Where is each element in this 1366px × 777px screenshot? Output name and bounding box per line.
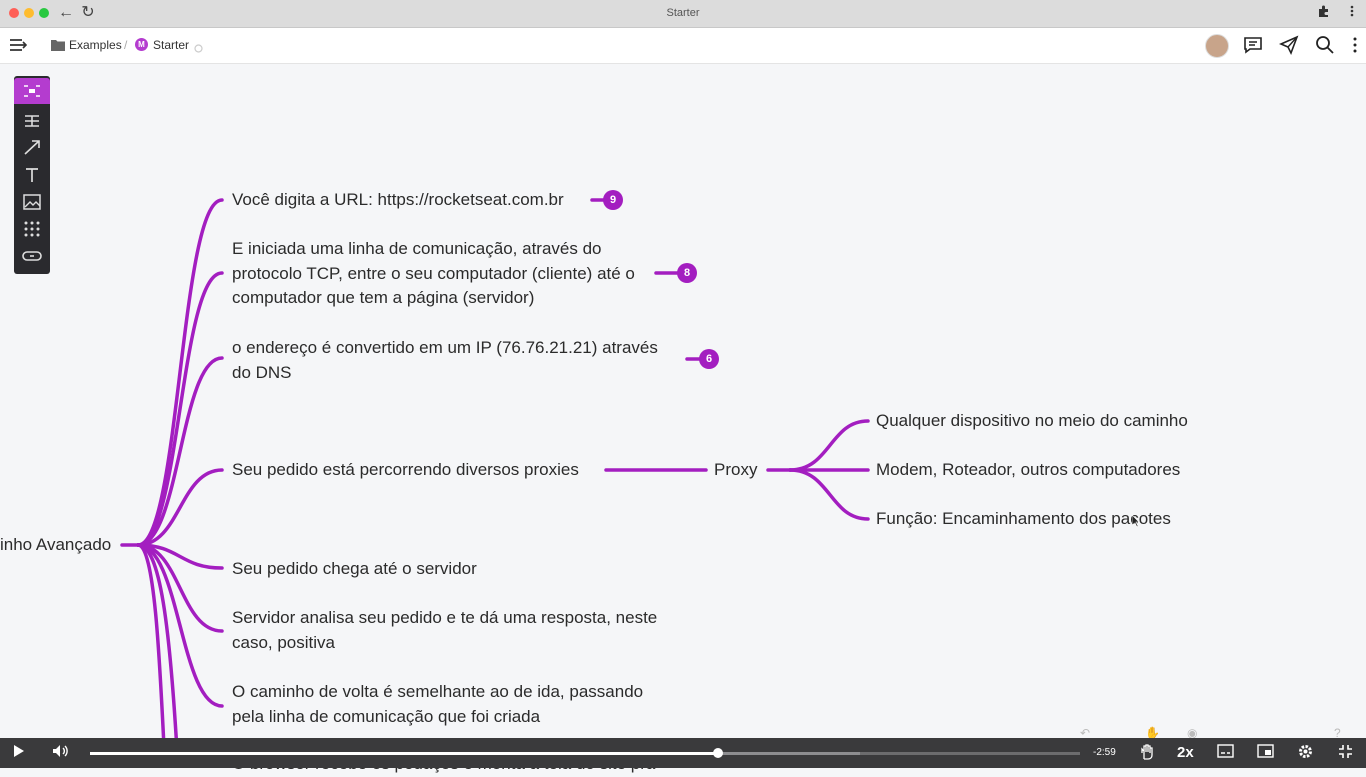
search-icon[interactable] (1314, 34, 1336, 56)
mindmap-icon[interactable] (14, 78, 50, 104)
proxy-child-2[interactable]: Modem, Roteador, outros computadores (876, 458, 1180, 483)
share-icon[interactable] (1278, 34, 1300, 56)
text-icon[interactable] (14, 162, 50, 188)
branch-node-4[interactable]: Seu pedido está percorrendo diversos pro… (232, 458, 579, 483)
proxy-node[interactable]: Proxy (714, 458, 757, 483)
picture-in-picture-icon[interactable] (1257, 744, 1274, 761)
app-header: Examples / M Starter (0, 28, 1366, 64)
branch-node-3[interactable]: o endereço é convertido em um IP (76.76.… (232, 336, 658, 385)
volume-icon[interactable] (52, 744, 68, 761)
time-remaining: -2:59 (1093, 747, 1116, 758)
branch-node-7[interactable]: O caminho de volta é semelhante ao de id… (232, 680, 643, 729)
map-type-badge: M (135, 38, 148, 51)
grid-icon[interactable] (14, 216, 50, 242)
proxy-child-3[interactable]: Função: Encaminhamento dos pacotes (876, 507, 1171, 532)
window-title: Starter (666, 7, 700, 19)
video-player-bar: -2:59 2x (0, 738, 1366, 768)
folder-icon (51, 38, 65, 56)
arrow-icon[interactable] (14, 135, 50, 161)
captions-icon[interactable] (1217, 744, 1234, 761)
menu-collapse-icon[interactable] (9, 37, 28, 58)
window-titlebar: ← ↻ Starter (0, 0, 1366, 28)
exit-fullscreen-icon[interactable] (1338, 744, 1353, 762)
extensions-icon[interactable] (1317, 4, 1331, 21)
breadcrumb-separator: / (124, 38, 128, 52)
structure-icon[interactable] (14, 108, 50, 134)
sync-status-icon (194, 40, 203, 58)
window-menu-icon[interactable] (1350, 4, 1354, 21)
progress-track[interactable] (90, 748, 1080, 758)
settings-gear-icon[interactable] (1298, 744, 1313, 762)
branch-badge-1[interactable]: 9 (603, 190, 623, 210)
pan-hand-icon[interactable] (1139, 744, 1155, 763)
branch-node-5[interactable]: Seu pedido chega até o servidor (232, 557, 477, 582)
image-icon[interactable] (14, 189, 50, 215)
branch-badge-3[interactable]: 6 (699, 349, 719, 369)
breadcrumb-page[interactable]: Starter (153, 38, 189, 52)
left-toolbar (14, 76, 50, 274)
mindmap-canvas[interactable]: inho Avançado Você digita a URL: https:/… (0, 64, 1366, 773)
avatar[interactable] (1205, 34, 1229, 58)
link-icon[interactable] (14, 243, 50, 269)
more-options-icon[interactable] (1344, 34, 1366, 56)
branch-node-2[interactable]: E iniciada uma linha de comunicação, atr… (232, 237, 635, 311)
branch-badge-2[interactable]: 8 (677, 263, 697, 283)
progress-fill (90, 752, 718, 755)
mouse-cursor-icon (1131, 514, 1140, 532)
progress-scrubber[interactable] (712, 748, 723, 758)
comments-icon[interactable] (1242, 34, 1264, 56)
branch-node-1[interactable]: Você digita a URL: https://rocketseat.co… (232, 188, 564, 213)
branch-node-6[interactable]: Servidor analisa seu pedido e te dá uma … (232, 606, 657, 655)
root-node[interactable]: inho Avançado (0, 533, 111, 558)
proxy-child-1[interactable]: Qualquer dispositivo no meio do caminho (876, 409, 1188, 434)
play-icon[interactable] (13, 744, 25, 761)
breadcrumb-folder[interactable]: Examples (69, 38, 122, 52)
playback-speed[interactable]: 2x (1177, 744, 1194, 761)
